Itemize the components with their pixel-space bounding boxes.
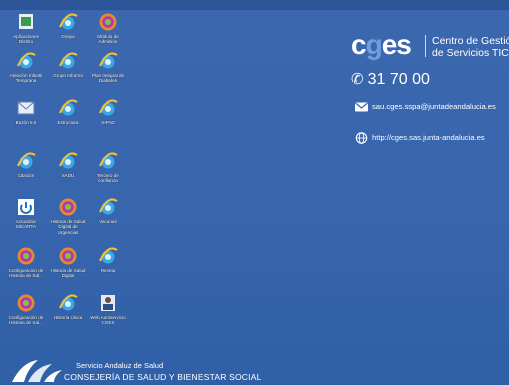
ie-icon [58, 51, 78, 71]
desktop-icon[interactable]: Web Autoservicio CGES [89, 293, 127, 326]
globe-icon [355, 132, 368, 144]
desktop-icon-label: Historia de Salud Digital [50, 268, 86, 279]
desktop-icon-label: Módulo de Admisión [97, 34, 119, 45]
email-address[interactable]: sau.cges.sspa@juntadeandalucia.es [372, 102, 496, 111]
desktop-icon-label: Configuración de Historia de Sal... [8, 315, 44, 326]
desktop-icon[interactable]: Configuración de Historia de Sal... [7, 293, 45, 326]
logo-letter-c: c [351, 29, 367, 60]
junta-andalucia-logo-icon [12, 360, 62, 382]
desktop-icon[interactable]: Citación [7, 151, 45, 178]
desktop-icon[interactable]: Atención Infantil Temprana [7, 51, 45, 84]
ie-icon [98, 151, 118, 171]
ie-icon [98, 51, 118, 71]
desktop-icon[interactable]: Aplicaciones Distrito [7, 12, 45, 45]
desktop-icon-label: Buzón 5.0 [15, 120, 37, 125]
desktop-icon-label: Vacunas [99, 219, 117, 224]
ie-icon [58, 98, 78, 118]
desktop-icon[interactable]: Receta [89, 246, 127, 273]
ie-icon [98, 98, 118, 118]
desktop-icon[interactable]: Configuración de Historia de Sal... [7, 246, 45, 279]
desktop-icon-label: Aplicaciones Distrito [13, 34, 39, 45]
desktop-icon[interactable]: Buzón 5.0 [7, 98, 45, 125]
desktop-icon[interactable]: Actualizar MiCARTA [7, 197, 45, 230]
desktop-icon-label: Historia de Salud Digital de Urgencias [50, 219, 86, 235]
brand-title-line2: de Servicios TIC [432, 47, 509, 59]
brand-title-line1: Centro de Gestión [432, 35, 509, 47]
desktop-icon-label: Grupo Informa [53, 73, 83, 78]
gear-app-icon [16, 293, 36, 313]
desktop-icon-label: Diraya [61, 34, 75, 39]
desktop-icon-label: SIPAD [101, 120, 115, 125]
desktop-icon[interactable]: Vacunas [89, 197, 127, 224]
desktop-icon-label: Web Autoservicio CGES [90, 315, 126, 326]
footer-line1: Servicio Andaluz de Salud [76, 361, 164, 370]
desktop-icon-label: SADU [61, 173, 75, 178]
app-window-icon [16, 12, 36, 32]
web-line: http://cges.sas.junta-andalucia.es [354, 132, 485, 144]
ie-icon [58, 151, 78, 171]
desktop-icon[interactable]: Plan Integral de Diabetes [89, 51, 127, 84]
email-line: sau.cges.sspa@juntadeandalucia.es [354, 101, 496, 113]
gear-app-icon [98, 12, 118, 32]
desktop-icon[interactable]: Tercero de confianza [89, 151, 127, 184]
desktop-icon-label: Estructura [57, 120, 79, 125]
ie-icon [16, 51, 36, 71]
phone-icon: ✆ [351, 71, 364, 88]
gear-app-icon [58, 197, 78, 217]
ie-icon [16, 151, 36, 171]
desktop-icon-label: Atención Infantil Temprana [9, 73, 43, 84]
desktop-icon-label: Plan Integral de Diabetes [91, 73, 125, 84]
desktop-icon[interactable]: Historia de Salud Digital [49, 246, 87, 279]
desktop-icon[interactable]: Historia Única [49, 293, 87, 320]
top-taskbar-strip [0, 0, 509, 10]
desktop-icon[interactable]: SADU [49, 151, 87, 178]
desktop-icon[interactable]: Estructura [49, 98, 87, 125]
web-url[interactable]: http://cges.sas.junta-andalucia.es [372, 133, 485, 142]
desktop-icon-label: Tercero de confianza [97, 173, 119, 184]
desktop-icon-label: Actualizar MiCARTA [15, 219, 37, 230]
desktop-icon[interactable]: Módulo de Admisión [89, 12, 127, 45]
phone-number: 31 70 00 [367, 71, 430, 88]
ie-icon [98, 246, 118, 266]
ie-icon [58, 12, 78, 32]
brand-separator [425, 35, 426, 57]
logo-letters-es: es [381, 29, 412, 60]
gear-app-icon [58, 246, 78, 266]
update-icon [16, 197, 36, 217]
desktop-icon[interactable]: Historia de Salud Digital de Urgencias [49, 197, 87, 235]
desktop-icon-label: Configuración de Historia de Sal... [8, 268, 44, 279]
ie-icon [98, 197, 118, 217]
cges-brand: cges Centro de Gestión de Servicios TIC [351, 31, 509, 69]
ie-icon [58, 293, 78, 313]
cges-logo: cges [351, 31, 412, 59]
mail-icon [16, 98, 36, 118]
desktop-icon-label: Citación [17, 173, 35, 178]
footer-line2: CONSEJERÍA DE SALUD Y BIENESTAR SOCIAL [64, 372, 262, 382]
person-icon [98, 293, 118, 313]
desktop-icon-label: Receta [100, 268, 116, 273]
phone-line: ✆ 31 70 00 [351, 70, 430, 89]
desktop-icon[interactable]: SIPAD [89, 98, 127, 125]
gear-app-icon [16, 246, 36, 266]
desktop-icon[interactable]: Grupo Informa [49, 51, 87, 78]
logo-letter-g: g [365, 29, 383, 60]
desktop-icon[interactable]: Diraya [49, 12, 87, 39]
desktop-icon-label: Historia Única [53, 315, 83, 320]
envelope-icon [355, 102, 368, 112]
